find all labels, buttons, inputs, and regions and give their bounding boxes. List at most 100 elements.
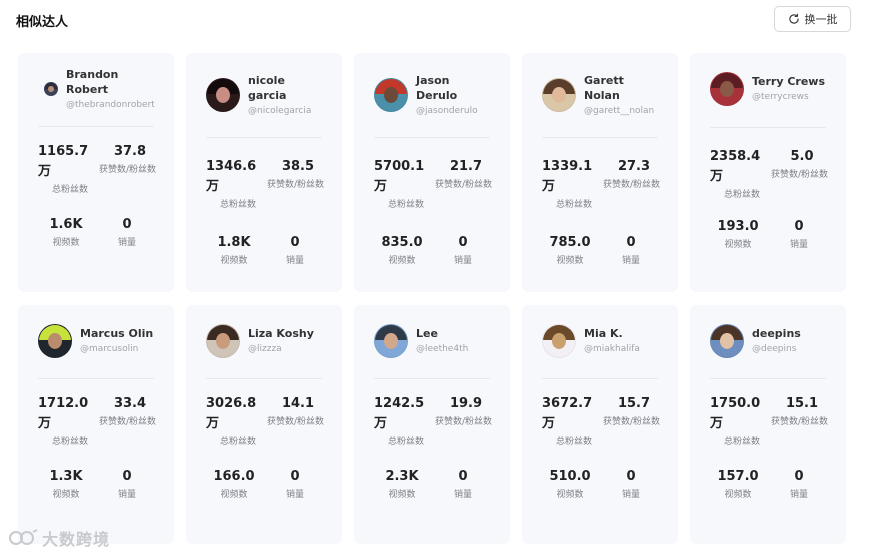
likes-ratio-value: 14.1 — [281, 396, 315, 411]
creator-name[interactable]: nicole garcia — [248, 73, 318, 103]
creator-card[interactable]: Mia K. @miakhalifa 3672.7 万 总粉丝数 15.7 获赞… — [522, 305, 678, 544]
followers-value: 3672.7 万 — [542, 396, 593, 431]
creator-names: Liza Koshy @lizzza — [248, 326, 314, 356]
creator-profile[interactable]: deepins @deepins — [710, 319, 834, 363]
refresh-batch-label: 换一批 — [804, 13, 838, 26]
creator-handle: @lizzza — [248, 344, 282, 354]
creator-avatar[interactable] — [206, 324, 240, 358]
creator-names: deepins @deepins — [752, 326, 801, 356]
creator-avatar[interactable] — [374, 78, 408, 112]
creator-card[interactable]: Lee @leethe4th 1242.5 万 总粉丝数 19.9 获赞数/粉丝… — [354, 305, 510, 544]
sales-stat: 0 销量 — [431, 233, 495, 268]
creator-name[interactable]: Mia K. — [584, 326, 640, 341]
sales-value: 0 — [290, 235, 300, 250]
creator-handle: @nicolegarcia — [248, 105, 312, 116]
card-divider — [38, 126, 154, 127]
creator-avatar[interactable] — [38, 324, 72, 358]
followers-value: 2358.4 万 — [710, 149, 761, 184]
videos-value: 835.0 — [381, 235, 423, 250]
creator-profile[interactable]: Lee @leethe4th — [374, 319, 498, 363]
avatar-face — [215, 333, 231, 349]
likes-ratio-label: 获赞数/粉丝数 — [267, 180, 325, 190]
videos-value: 166.0 — [213, 469, 255, 484]
avatar-face — [215, 87, 231, 103]
followers-stat: 1165.7 万 总粉丝数 — [38, 142, 102, 197]
refresh-batch-button[interactable]: 换一批 — [774, 6, 851, 32]
followers-label: 总粉丝数 — [51, 437, 88, 447]
likes-ratio-value: 15.7 — [617, 396, 651, 411]
avatar-face — [48, 86, 54, 92]
creator-card[interactable]: Jason Derulo @jasonderulo 5700.1 万 总粉丝数 … — [354, 53, 510, 292]
creator-name[interactable]: Lee — [416, 326, 468, 341]
sales-label: 销量 — [285, 490, 304, 500]
likes-ratio-stat: 33.4 获赞数/粉丝数 — [99, 394, 161, 429]
creator-profile[interactable]: Mia K. @miakhalifa — [542, 319, 666, 363]
followers-label: 总粉丝数 — [723, 437, 760, 447]
creator-card[interactable]: Terry Crews @terrycrews 2358.4 万 总粉丝数 5.… — [690, 53, 846, 292]
creator-name[interactable]: Liza Koshy — [248, 326, 314, 341]
avatar-face — [383, 87, 399, 103]
creator-name[interactable]: Brandon Robert — [66, 67, 162, 97]
videos-value: 1.3K — [49, 469, 83, 484]
creator-avatar[interactable] — [710, 72, 744, 106]
sales-stat: 0 销量 — [263, 467, 327, 502]
creator-name[interactable]: deepins — [752, 326, 801, 341]
creator-profile[interactable]: Marcus Olin @marcusolin — [38, 319, 162, 363]
creator-avatar[interactable] — [44, 82, 58, 96]
creator-card[interactable]: Marcus Olin @marcusolin 1712.0 万 总粉丝数 33… — [18, 305, 174, 544]
creator-card[interactable]: Brandon Robert @thebrandonrobert 1165.7 … — [18, 53, 174, 292]
likes-ratio-value: 37.8 — [113, 144, 147, 159]
creator-name[interactable]: Jason Derulo — [416, 73, 486, 103]
likes-ratio-label: 获赞数/粉丝数 — [603, 417, 661, 427]
likes-ratio-label: 获赞数/粉丝数 — [99, 417, 157, 427]
creator-card[interactable]: deepins @deepins 1750.0 万 总粉丝数 15.1 获赞数/… — [690, 305, 846, 544]
sales-label: 销量 — [453, 256, 472, 266]
followers-stat: 2358.4 万 总粉丝数 — [710, 147, 774, 202]
creator-name[interactable]: Garett Nolan — [584, 73, 654, 103]
sales-label: 销量 — [117, 490, 136, 500]
creator-handle: @marcusolin — [80, 344, 139, 354]
creator-profile[interactable]: Brandon Robert @thebrandonrobert — [38, 67, 162, 111]
watermark: 大数跨境 — [8, 526, 110, 550]
videos-stat: 2.3K 视频数 — [370, 467, 434, 502]
sales-value: 0 — [122, 217, 132, 232]
videos-label: 视频数 — [388, 490, 416, 500]
creator-card[interactable]: Garett Nolan @garett__nolan 1339.1 万 总粉丝… — [522, 53, 678, 292]
likes-ratio-stat: 21.7 获赞数/粉丝数 — [435, 157, 497, 192]
sales-stat: 0 销量 — [599, 233, 663, 268]
creator-profile[interactable]: Liza Koshy @lizzza — [206, 319, 330, 363]
creator-name[interactable]: Marcus Olin — [80, 326, 153, 341]
creator-avatar[interactable] — [374, 324, 408, 358]
creator-profile[interactable]: Terry Crews @terrycrews — [710, 67, 834, 111]
avatar-face — [383, 333, 399, 349]
creator-profile[interactable]: Garett Nolan @garett__nolan — [542, 71, 666, 119]
videos-value: 193.0 — [717, 219, 759, 234]
creator-avatar[interactable] — [542, 324, 576, 358]
sales-stat: 0 销量 — [95, 215, 159, 250]
card-divider — [38, 378, 154, 379]
creator-card[interactable]: nicole garcia @nicolegarcia 1346.6 万 总粉丝… — [186, 53, 342, 292]
followers-stat: 1750.0 万 总粉丝数 — [710, 394, 774, 449]
likes-ratio-value: 15.1 — [785, 396, 819, 411]
creator-profile[interactable]: Jason Derulo @jasonderulo — [374, 71, 498, 119]
videos-value: 1.8K — [217, 235, 251, 250]
followers-label: 总粉丝数 — [387, 437, 424, 447]
sales-value: 0 — [458, 235, 468, 250]
sales-value: 0 — [794, 469, 804, 484]
creator-name[interactable]: Terry Crews — [752, 74, 825, 89]
creator-profile[interactable]: nicole garcia @nicolegarcia — [206, 71, 330, 119]
followers-stat: 1339.1 万 总粉丝数 — [542, 157, 606, 212]
creator-avatar[interactable] — [710, 324, 744, 358]
card-divider — [374, 378, 490, 379]
videos-value: 1.6K — [49, 217, 83, 232]
watermark-logo-icon — [9, 529, 38, 545]
creator-avatar[interactable] — [206, 78, 240, 112]
creator-avatar[interactable] — [542, 78, 576, 112]
creator-card[interactable]: Liza Koshy @lizzza 3026.8 万 总粉丝数 14.1 获赞… — [186, 305, 342, 544]
followers-stat: 3672.7 万 总粉丝数 — [542, 394, 606, 449]
videos-stat: 835.0 视频数 — [370, 233, 434, 268]
creator-handle: @terrycrews — [752, 92, 809, 102]
sales-value: 0 — [626, 469, 636, 484]
creator-handle: @deepins — [752, 344, 797, 354]
creator-names: Marcus Olin @marcusolin — [80, 326, 153, 356]
